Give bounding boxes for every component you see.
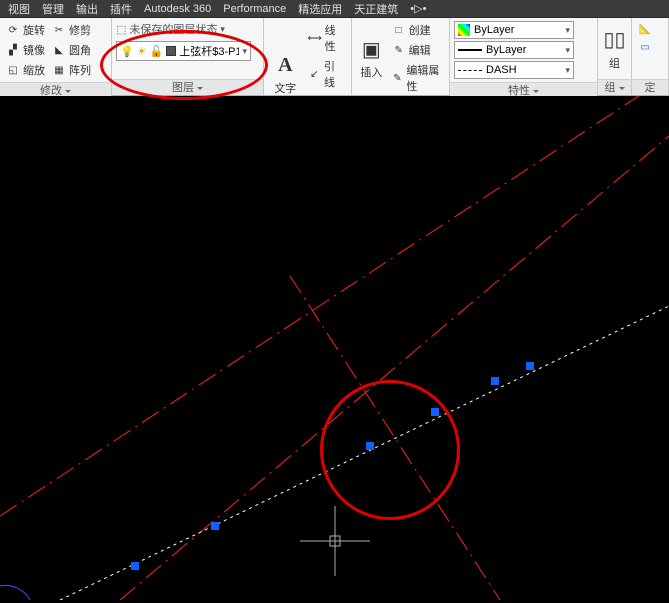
panel-utilities: 📐 ▭ 定: [632, 18, 669, 95]
current-layer-dropdown[interactable]: 💡 ☀ 🔓 上弦杆$3-P133x6+ ▾: [116, 41, 251, 61]
color-dropdown[interactable]: ByLayer▾: [454, 21, 574, 39]
menu-overflow-icon[interactable]: •▷•: [404, 0, 420, 17]
leader-icon: ↙: [308, 67, 321, 81]
group-button[interactable]: ▯▯ 组: [602, 21, 628, 76]
menu-item[interactable]: 插件: [104, 0, 138, 19]
grip-point[interactable]: [131, 562, 139, 570]
drawing-content: [0, 96, 669, 600]
menu-item[interactable]: 精选应用: [292, 0, 348, 19]
chevron-down-icon: [197, 87, 203, 93]
chevron-down-icon: [619, 87, 625, 93]
array-button[interactable]: ▦阵列: [50, 61, 93, 79]
panel-title: 定: [632, 79, 668, 95]
panel-title[interactable]: 组: [598, 79, 631, 95]
grip-point[interactable]: [211, 522, 219, 530]
panel-annotate: A 文字 ⟷线性 ↙引线 ▦表格 注释: [264, 18, 352, 95]
menu-item[interactable]: 输出: [70, 0, 104, 19]
grip-point[interactable]: [526, 362, 534, 370]
layer-name: 上弦杆$3-P133x6+: [179, 43, 239, 59]
chevron-down-icon: ▾: [565, 25, 570, 36]
insert-block-button[interactable]: ▣ 插入: [356, 21, 387, 95]
edit-attr-button[interactable]: ✎编辑属性: [390, 61, 445, 95]
trim-icon: ✂: [52, 23, 66, 37]
edit-block-icon: ✎: [392, 43, 406, 57]
menu-item[interactable]: 视图: [2, 0, 36, 19]
sun-icon: ☀: [137, 45, 147, 58]
menu-item[interactable]: Autodesk 360: [138, 1, 217, 17]
menu-item[interactable]: Performance: [217, 1, 292, 17]
panel-modify: ⟳旋转 ▞镜像 ◱缩放 ✂修剪 ◣圆角 ▦阵列 修改: [0, 18, 112, 95]
chevron-down-icon: ▾: [565, 65, 570, 76]
trim-button[interactable]: ✂修剪: [50, 21, 93, 39]
lineweight-dropdown[interactable]: ByLayer▾: [454, 41, 574, 59]
insert-icon: ▣: [358, 36, 384, 62]
grip-point[interactable]: [366, 442, 374, 450]
layer-state-icon: ⬚: [116, 23, 126, 36]
lineweight-icon: [458, 49, 482, 51]
array-icon: ▦: [52, 63, 66, 77]
create-block-icon: □: [392, 23, 406, 37]
text-icon: A: [272, 52, 298, 78]
panel-layers: ⬚ 未保存的图层状态 ▾ 💡 ☀ 🔓 上弦杆$3-P133x6+ ▾ 图层: [112, 18, 264, 95]
panel-properties: ByLayer▾ ByLayer▾ DASH▾ 特性: [450, 18, 598, 95]
color-swatch-icon: [458, 24, 470, 36]
util-button-1[interactable]: 📐: [636, 21, 664, 37]
create-block-button[interactable]: □创建: [390, 21, 445, 39]
leader-button[interactable]: ↙引线: [306, 57, 347, 91]
measure-icon: 📐: [638, 22, 652, 36]
mirror-icon: ▞: [6, 43, 20, 57]
fillet-button[interactable]: ◣圆角: [50, 41, 93, 59]
group-icon: ▯▯: [602, 27, 628, 53]
grip-point[interactable]: [491, 377, 499, 385]
panel-block: ▣ 插入 □创建 ✎编辑 ✎编辑属性 块: [352, 18, 450, 95]
rotate-icon: ⟳: [6, 23, 20, 37]
lock-icon: 🔓: [150, 45, 164, 58]
chevron-down-icon: ▾: [242, 46, 247, 57]
util-button-2[interactable]: ▭: [636, 39, 664, 55]
menu-item[interactable]: 天正建筑: [348, 0, 404, 19]
linetype-icon: [458, 70, 482, 71]
fillet-icon: ◣: [52, 43, 66, 57]
linear-dim-icon: ⟷: [308, 31, 322, 45]
edit-block-button[interactable]: ✎编辑: [390, 41, 445, 59]
edit-attr-icon: ✎: [392, 71, 404, 85]
menu-item[interactable]: 管理: [36, 0, 70, 19]
linetype-dropdown[interactable]: DASH▾: [454, 61, 574, 79]
rotate-button[interactable]: ⟳旋转: [4, 21, 47, 39]
menubar: 视图 管理 输出 插件 Autodesk 360 Performance 精选应…: [0, 0, 669, 18]
scale-icon: ◱: [6, 63, 20, 77]
chevron-down-icon: ▾: [565, 45, 570, 56]
ribbon: ⟳旋转 ▞镜像 ◱缩放 ✂修剪 ◣圆角 ▦阵列 修改 ⬚ 未保存的图层状态 ▾ …: [0, 18, 669, 96]
grip-point[interactable]: [431, 408, 439, 416]
lightbulb-icon: 💡: [120, 45, 134, 58]
layer-color-swatch: [166, 46, 176, 56]
layer-state-button[interactable]: ⬚ 未保存的图层状态 ▾: [116, 21, 225, 37]
mirror-button[interactable]: ▞镜像: [4, 41, 47, 59]
panel-group: ▯▯ 组 组: [598, 18, 632, 95]
panel-title[interactable]: 图层: [112, 79, 263, 95]
select-icon: ▭: [638, 40, 652, 54]
scale-button[interactable]: ◱缩放: [4, 61, 47, 79]
drawing-canvas[interactable]: [0, 96, 669, 600]
linear-dim-button[interactable]: ⟷线性: [306, 21, 347, 55]
